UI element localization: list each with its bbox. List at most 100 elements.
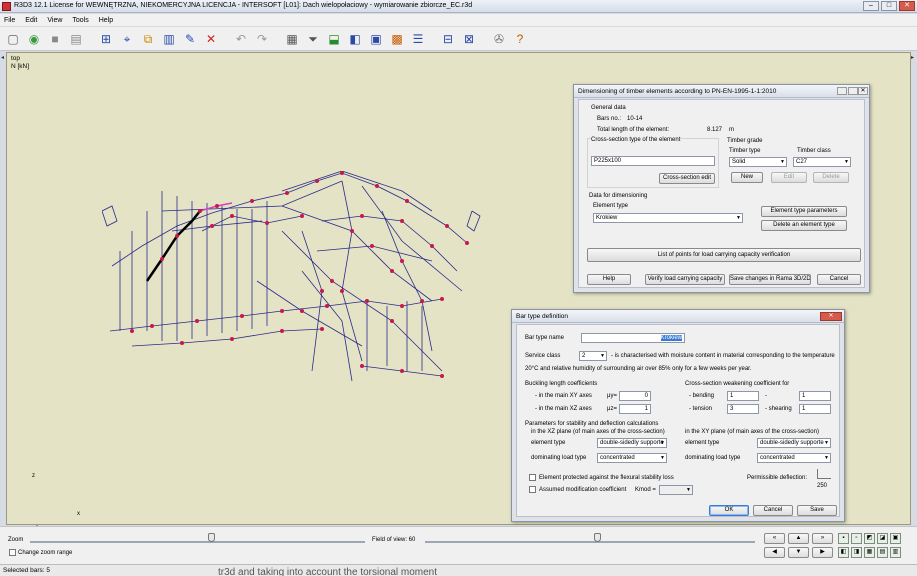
left-collapse-icon[interactable]: ◂ <box>1 54 4 61</box>
tension-input[interactable]: 3 <box>727 404 759 414</box>
zoom-slider[interactable] <box>30 541 365 543</box>
edit-timber-button[interactable]: Edit <box>771 172 807 183</box>
timber-type-select[interactable]: Solid ▼ <box>729 157 787 167</box>
chevron-down-icon: ▼ <box>660 455 665 461</box>
minimize-button[interactable]: – <box>863 1 879 11</box>
menu-help[interactable]: Help <box>99 17 113 24</box>
new-timber-button[interactable]: New <box>731 172 763 183</box>
menu-tools[interactable]: Tools <box>72 17 88 24</box>
dim-help-button[interactable]: Help <box>587 274 631 285</box>
cross-section-edit-button[interactable]: Cross-section edit <box>659 173 715 184</box>
open-icon[interactable]: ◉ <box>25 30 43 48</box>
list-points-button[interactable]: List of points for load carrying capacit… <box>587 248 861 262</box>
close-button[interactable]: ✕ <box>899 1 915 11</box>
cross-section-input[interactable]: P225x100 <box>591 156 715 166</box>
verify-capacity-button[interactable]: Verify load carrying capacity <box>645 274 725 285</box>
element-type-params-button[interactable]: Element type parameters <box>761 206 847 217</box>
table-icon[interactable]: ▦ <box>283 30 301 48</box>
element-type-xz-select[interactable]: double-sidedly supporte ▼ <box>597 438 667 448</box>
view-8-icon[interactable]: ▦ <box>864 547 875 558</box>
kmod-select[interactable]: ▼ <box>659 485 693 495</box>
element-type-label: Element type <box>593 203 629 209</box>
change-zoom-range-checkbox[interactable] <box>9 549 16 556</box>
element-type-xy-select[interactable]: double-sidedly supporte ▼ <box>757 438 831 448</box>
save-icon[interactable]: ■ <box>46 30 64 48</box>
right-collapse-icon[interactable]: ▸ <box>911 54 914 61</box>
nav-down-icon[interactable]: ▼ <box>788 547 809 558</box>
node-icon[interactable]: ⌖ <box>118 30 136 48</box>
maximize-button[interactable]: □ <box>881 1 897 11</box>
axis-z-label: z <box>32 473 35 479</box>
new-icon[interactable]: ▢ <box>4 30 22 48</box>
print-icon[interactable]: ▤ <box>67 30 85 48</box>
undo-icon[interactable]: ↶ <box>232 30 250 48</box>
mu-z-input[interactable]: 1 <box>619 404 651 414</box>
view-10-icon[interactable]: ▥ <box>890 547 901 558</box>
view-name: top <box>11 55 21 62</box>
bending-input-2[interactable]: 1 <box>799 391 831 401</box>
view-6-icon[interactable]: ◧ <box>838 547 849 558</box>
bending-input[interactable]: 1 <box>727 391 759 401</box>
copy-icon[interactable]: ⧉ <box>139 30 157 48</box>
nav-back-icon[interactable]: « <box>764 533 785 544</box>
load-xy-select[interactable]: concentrated ▼ <box>757 453 831 463</box>
dim-minimize-button[interactable] <box>837 87 847 95</box>
menu-edit[interactable]: Edit <box>25 17 37 24</box>
view-icon[interactable]: ◧ <box>346 30 364 48</box>
menu-file[interactable]: File <box>4 17 15 24</box>
help-icon[interactable]: ? <box>511 30 529 48</box>
tool-icon[interactable]: ⊠ <box>460 30 478 48</box>
view-3-icon[interactable]: ◩ <box>864 533 875 544</box>
dim-cancel-button[interactable]: Cancel <box>817 274 861 285</box>
mu-y-input[interactable]: 0 <box>619 391 651 401</box>
grid-icon[interactable]: ⊞ <box>97 30 115 48</box>
assumed-mod-checkbox[interactable] <box>529 486 536 493</box>
list-icon[interactable]: ▣ <box>367 30 385 48</box>
zoom-slider-thumb[interactable] <box>207 533 215 542</box>
fov-slider[interactable] <box>425 541 755 543</box>
load-xz-select[interactable]: concentrated ▼ <box>597 453 667 463</box>
xz-plane-label: in the XZ plane (of main axes of the cro… <box>531 429 665 435</box>
stack-icon[interactable]: ▩ <box>388 30 406 48</box>
bar-close-button[interactable]: ✕ <box>820 312 842 321</box>
nav-right-icon[interactable]: ▶ <box>812 547 833 558</box>
edit-icon[interactable]: ✎ <box>181 30 199 48</box>
nav-up-icon[interactable]: ▲ <box>788 533 809 544</box>
panel-icon[interactable]: ☰ <box>409 30 427 48</box>
element-type-select[interactable]: Krokiew ▼ <box>593 213 743 223</box>
bar-type-name-input[interactable]: Krokiew <box>581 333 685 343</box>
protected-checkbox[interactable] <box>529 474 536 481</box>
delete-icon[interactable]: ✕ <box>202 30 220 48</box>
view-7-icon[interactable]: ◨ <box>851 547 862 558</box>
permissible-deflection-label: Permissible deflection: <box>747 475 808 481</box>
fov-slider-thumb[interactable] <box>593 533 601 542</box>
timber-class-select[interactable]: C27 ▼ <box>793 157 851 167</box>
roof-structure-drawing[interactable] <box>102 171 482 391</box>
delete-element-type-button[interactable]: Delete an element type <box>761 220 847 231</box>
menu-view[interactable]: View <box>47 17 62 24</box>
view-9-icon[interactable]: ▤ <box>877 547 888 558</box>
wrench-icon[interactable]: ✇ <box>490 30 508 48</box>
delete-timber-button[interactable]: Delete <box>813 172 849 183</box>
dim-maximize-button[interactable] <box>848 87 858 95</box>
service-class-select[interactable]: 2 ▼ <box>579 351 607 361</box>
redo-icon[interactable]: ↷ <box>253 30 271 48</box>
bar-cancel-button[interactable]: Cancel <box>753 505 793 516</box>
view-1-icon[interactable]: ▪ <box>838 533 849 544</box>
view-2-icon[interactable]: ▫ <box>851 533 862 544</box>
view-5-icon[interactable]: ▣ <box>890 533 901 544</box>
bar-ok-button[interactable]: OK <box>709 505 749 516</box>
nav-left-icon[interactable]: ◀ <box>764 547 785 558</box>
dim-close-button[interactable]: ✕ <box>858 87 868 95</box>
tree-icon[interactable]: ⊟ <box>439 30 457 48</box>
supports-icon[interactable]: ▥ <box>160 30 178 48</box>
nav-forward-icon[interactable]: » <box>812 533 833 544</box>
filter-icon[interactable]: ⏷ <box>304 30 322 48</box>
bar-save-button[interactable]: Save <box>797 505 837 516</box>
deflection-slider[interactable] <box>817 469 831 479</box>
shearing-input[interactable]: 1 <box>799 404 831 414</box>
element-type-xy-label: element type <box>685 440 720 446</box>
save-changes-button[interactable]: Save changes in Rama 3D/2D <box>729 274 811 285</box>
view-4-icon[interactable]: ◪ <box>877 533 888 544</box>
load-icon[interactable]: ⬓ <box>325 30 343 48</box>
